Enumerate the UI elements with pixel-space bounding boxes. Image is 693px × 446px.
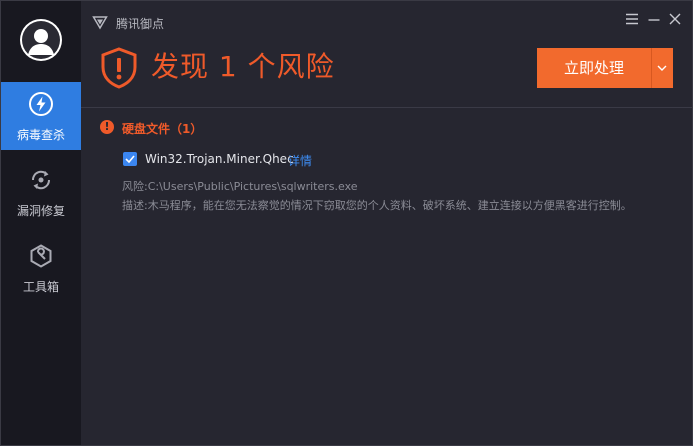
sidebar-item-label: 工具箱 xyxy=(22,280,59,294)
sidebar-item-virus-scan[interactable]: 病毒查杀 xyxy=(1,82,81,150)
minimize-button[interactable] xyxy=(646,11,662,27)
threat-description: 描述:木马程序，能在您无法察觉的情况下窃取您的个人资料、破坏系统、建立连接以方便… xyxy=(122,199,632,212)
sidebar-item-vuln-repair[interactable]: 漏洞修复 xyxy=(1,158,81,226)
checkmark-icon xyxy=(125,155,135,163)
threat-checkbox[interactable] xyxy=(123,152,137,166)
user-icon xyxy=(22,21,60,59)
risk-summary-title: 发现 1 个风险 xyxy=(151,50,335,83)
close-icon xyxy=(669,13,681,25)
app-logo-icon xyxy=(92,16,108,30)
menu-button[interactable] xyxy=(624,11,640,27)
threat-name: Win32.Trojan.Miner.Qhec xyxy=(145,152,294,166)
handle-options-dropdown[interactable] xyxy=(651,48,673,88)
handle-now-button[interactable]: 立即处理 xyxy=(537,48,651,88)
sidebar-item-label: 病毒查杀 xyxy=(16,128,65,142)
title-bar: 腾讯御点 xyxy=(81,1,692,41)
repair-cycle-icon xyxy=(31,170,51,190)
sidebar: 病毒查杀 漏洞修复 工具箱 xyxy=(1,1,81,445)
warning-shield-icon xyxy=(101,47,137,89)
close-button[interactable] xyxy=(667,11,683,27)
category-title[interactable]: 硬盘文件（1） xyxy=(122,120,202,137)
toolbox-hex-icon xyxy=(30,244,52,268)
chevron-down-icon xyxy=(657,65,667,71)
threat-list: ! 硬盘文件（1） Win32.Trojan.Miner.Qhec 详情 风险:… xyxy=(81,108,692,445)
avatar[interactable] xyxy=(20,19,62,61)
app-title: 腾讯御点 xyxy=(116,17,165,31)
sidebar-item-toolbox[interactable]: 工具箱 xyxy=(1,234,81,302)
threat-path: 风险:C:\Users\Public\Pictures\sqlwriters.e… xyxy=(122,180,358,193)
menu-icon xyxy=(626,13,638,25)
alert-icon: ! xyxy=(100,120,114,134)
threat-detail-link[interactable]: 详情 xyxy=(288,152,312,169)
sidebar-item-label: 漏洞修复 xyxy=(16,204,65,218)
scan-result-header: 发现 1 个风险 立即处理 xyxy=(81,41,692,107)
main-window: 病毒查杀 漏洞修复 工具箱 腾讯御点 发现 1 个风险 立即处理 ! 硬盘文件（… xyxy=(0,0,693,446)
minimize-icon xyxy=(648,19,660,21)
lightning-icon xyxy=(29,92,53,116)
